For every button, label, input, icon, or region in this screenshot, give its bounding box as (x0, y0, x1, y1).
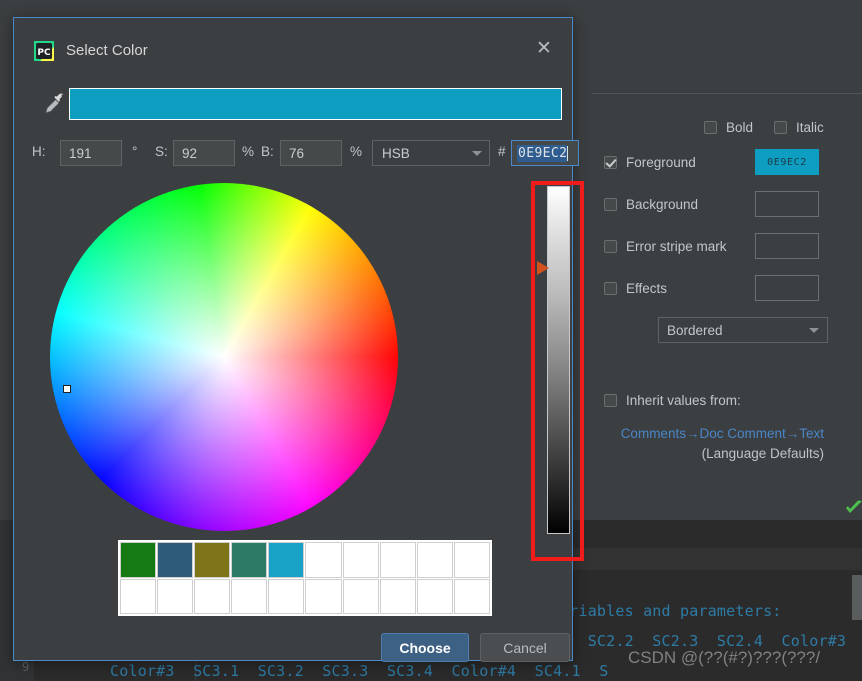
color-preview-swatch[interactable] (69, 88, 562, 120)
foreground-color-swatch[interactable]: 0E9EC2 (755, 149, 819, 175)
select-color-dialog: PC Select Color ✕ H: 191 ° S: 92 % B: 76… (13, 17, 584, 662)
inherit-source-link[interactable]: Comments→Doc Comment→Text (621, 426, 824, 441)
italic-checkbox-row[interactable]: Italic (774, 120, 824, 135)
svg-text:PC: PC (37, 48, 51, 58)
background-checkbox-row[interactable]: Background (604, 197, 698, 212)
palette-swatch-r1-c5[interactable] (268, 542, 305, 578)
error-stripe-checkbox[interactable] (604, 240, 617, 253)
hex-input[interactable]: 0E9EC2 (511, 140, 579, 166)
palette-swatch-r1-c7[interactable] (342, 542, 379, 578)
hue-input[interactable]: 191 (60, 140, 122, 166)
color-wheel-cursor[interactable] (63, 385, 71, 393)
close-icon[interactable]: ✕ (528, 32, 560, 64)
palette-swatch-r1-c3[interactable] (194, 542, 231, 578)
hex-value: 0E9EC2 (517, 144, 568, 162)
panel-horizontal-divider (592, 93, 862, 94)
inherit-checkbox-row[interactable]: Inherit values from: (604, 393, 741, 408)
palette-swatch-r2-c4[interactable] (231, 578, 268, 614)
palette-swatch-r1-c10[interactable] (453, 542, 490, 578)
palette-swatch-r2-c3[interactable] (194, 578, 231, 614)
background-checkbox[interactable] (604, 198, 617, 211)
pycharm-icon: PC (34, 41, 54, 61)
brightness-label: B: (261, 144, 274, 159)
color-values-row: H: 191 ° S: 92 % B: 76 % HSB # 0E9EC2 (32, 140, 579, 166)
background-label: Background (626, 197, 699, 212)
error-stripe-label: Error stripe mark (626, 239, 727, 254)
effects-checkbox-row[interactable]: Effects (604, 281, 667, 296)
color-model-select[interactable]: HSB (372, 140, 490, 166)
saturation-value: 92 (182, 145, 198, 161)
cancel-button[interactable]: Cancel (480, 633, 570, 662)
effects-checkbox[interactable] (604, 282, 617, 295)
color-wheel[interactable] (50, 183, 398, 531)
green-check-icon (846, 500, 862, 513)
csdn-watermark: CSDN @(??(#?)???(???/ (628, 648, 821, 667)
foreground-label: Foreground (626, 155, 696, 170)
inherit-checkbox[interactable] (604, 394, 617, 407)
error-stripe-color-swatch[interactable] (755, 233, 819, 259)
editor-scrollbar-thumb[interactable] (852, 575, 862, 620)
palette-swatch-r1-c6[interactable] (305, 542, 342, 578)
eyedropper-icon[interactable] (44, 92, 66, 116)
editor-code-line-1: ariables and parameters: (560, 602, 782, 620)
bold-checkbox[interactable] (704, 121, 717, 134)
palette-swatch-r1-c2[interactable] (157, 542, 194, 578)
saturation-label: S: (155, 144, 168, 159)
brightness-unit: % (350, 144, 363, 159)
effect-type-select[interactable]: Bordered (658, 317, 828, 343)
hue-value: 191 (69, 145, 92, 161)
palette-swatch-r2-c9[interactable] (416, 578, 453, 614)
dialog-title: Select Color (66, 42, 148, 59)
recent-colors-palette[interactable] (118, 540, 492, 616)
palette-swatch-r2-c5[interactable] (268, 578, 305, 614)
background-color-swatch[interactable] (755, 191, 819, 217)
inherit-source-sub: (Language Defaults) (701, 446, 824, 461)
color-wheel-gradient[interactable] (50, 183, 398, 531)
hue-label: H: (32, 144, 46, 159)
saturation-unit: % (242, 144, 255, 159)
editor-code-line-3: Color#3 SC3.1 SC3.2 SC3.3 SC3.4 Color#4 … (110, 662, 609, 680)
color-model-value: HSB (382, 145, 410, 161)
effects-color-swatch[interactable] (755, 275, 819, 301)
brightness-input[interactable]: 76 (280, 140, 342, 166)
palette-swatch-r2-c2[interactable] (157, 578, 194, 614)
palette-swatch-r1-c1[interactable] (120, 542, 157, 578)
error-stripe-checkbox-row[interactable]: Error stripe mark (604, 239, 727, 254)
brightness-value: 76 (289, 145, 305, 161)
palette-swatch-r1-c8[interactable] (379, 542, 416, 578)
palette-swatch-r2-c6[interactable] (305, 578, 342, 614)
italic-label: Italic (796, 120, 824, 135)
annotation-highlight-rect (531, 181, 584, 561)
palette-swatch-r1-c4[interactable] (231, 542, 268, 578)
inherit-label: Inherit values from: (626, 393, 741, 408)
foreground-checkbox[interactable] (604, 156, 617, 169)
foreground-color-value: 0E9EC2 (767, 156, 807, 168)
palette-swatch-r1-c9[interactable] (416, 542, 453, 578)
chevron-down-icon (809, 327, 819, 333)
editor-line-number: 9 (22, 660, 30, 674)
palette-swatch-r2-c10[interactable] (453, 578, 490, 614)
chevron-down-icon (472, 150, 482, 156)
palette-swatch-r2-c1[interactable] (120, 578, 157, 614)
inherit-source-link-block[interactable]: Comments→Doc Comment→Text (Language Defa… (594, 424, 824, 464)
saturation-input[interactable]: 92 (173, 140, 235, 166)
effect-type-value: Bordered (667, 322, 723, 338)
effects-label: Effects (626, 281, 668, 296)
text-caret (567, 145, 569, 161)
bold-label: Bold (726, 120, 754, 135)
hash-label: # (498, 144, 506, 159)
palette-swatch-r2-c7[interactable] (342, 578, 379, 614)
palette-swatch-r2-c8[interactable] (379, 578, 416, 614)
foreground-checkbox-row[interactable]: Foreground (604, 155, 696, 170)
italic-checkbox[interactable] (774, 121, 787, 134)
hue-unit: ° (132, 144, 138, 159)
bold-checkbox-row[interactable]: Bold (704, 120, 753, 135)
choose-button[interactable]: Choose (381, 633, 469, 662)
